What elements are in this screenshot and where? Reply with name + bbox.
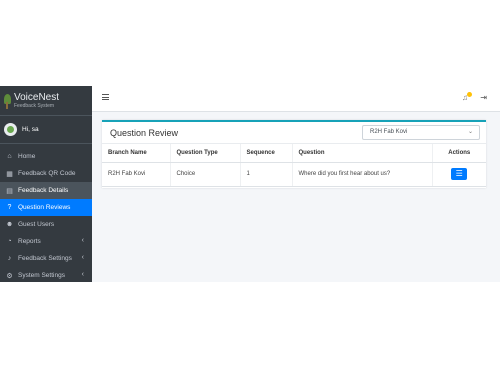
chevron-down-icon: ⌄ xyxy=(467,129,473,135)
user-greeting: Hi, sa xyxy=(22,126,39,133)
cell-question-type: Choice xyxy=(169,162,240,187)
sidebar-item-label: Guest Users xyxy=(18,221,55,228)
sidebar-item-reports[interactable]: ◔ Reports ‹ xyxy=(0,233,92,250)
brand[interactable]: VoiceNest Feedback System xyxy=(0,86,92,116)
sidebar-item-question-reviews[interactable]: ? Question Reviews xyxy=(0,199,92,216)
column-header-branch-name: Branch Name xyxy=(102,144,170,163)
branch-select-value: R2H Fab Kovi xyxy=(370,129,408,135)
cell-sequence: 1 xyxy=(239,162,292,187)
sidebar-item-feedback-details[interactable]: ▤ Feedback Details xyxy=(0,182,92,199)
chevron-left-icon: ‹ xyxy=(81,271,84,278)
sidebar-item-label: System Settings xyxy=(18,272,65,279)
home-icon: ⌂ xyxy=(7,153,12,160)
avatar xyxy=(4,123,17,136)
main-content: ♫ ⇥ Question Review R2H Fab Kovi ⌄ Branc… xyxy=(92,86,500,282)
sidebar-item-label: Feedback Settings xyxy=(18,255,72,262)
table-header-row: Branch Name Question Type Sequence Quest… xyxy=(102,144,486,163)
sidebar-item-system-settings[interactable]: ⚙ System Settings ‹ xyxy=(0,267,92,284)
list-icon: ☰ xyxy=(455,169,463,178)
cell-question: Where did you first hear about us? xyxy=(291,162,432,187)
page-title: Question Review xyxy=(110,128,179,138)
table-row: R2H Fab Kovi Choice 1 Where did you firs… xyxy=(102,162,486,187)
brand-name: VoiceNest xyxy=(14,91,60,103)
column-header-question-type: Question Type xyxy=(169,144,240,163)
question-review-card: Question Review R2H Fab Kovi ⌄ Branch Na… xyxy=(102,120,486,188)
notification-badge xyxy=(467,92,472,97)
sidebar-item-feedback-qr-code[interactable]: ▦ Feedback QR Code xyxy=(0,165,92,182)
chevron-left-icon: ‹ xyxy=(81,237,84,244)
sidebar-item-feedback-settings[interactable]: ♪ Feedback Settings ‹ xyxy=(0,250,92,267)
logout-icon[interactable]: ⇥ xyxy=(480,93,487,102)
chevron-left-icon: ‹ xyxy=(81,254,84,261)
top-navbar: ♫ ⇥ xyxy=(92,86,500,112)
document-icon: ▤ xyxy=(6,187,13,195)
sidebar: VoiceNest Feedback System Hi, sa ⌂ Home … xyxy=(0,86,92,282)
chart-icon: ◔ xyxy=(7,238,12,245)
gears-icon: ⚙ xyxy=(6,272,13,280)
tree-logo-icon xyxy=(2,93,12,109)
column-header-question: Question xyxy=(291,144,432,163)
column-header-sequence: Sequence xyxy=(239,144,292,163)
column-header-actions: Actions xyxy=(431,144,486,163)
sidebar-item-label: Home xyxy=(18,153,36,160)
card-header: Question Review R2H Fab Kovi ⌄ xyxy=(102,122,486,144)
question-circle-icon: ? xyxy=(7,204,12,211)
qr-code-icon: ▦ xyxy=(6,170,13,178)
cell-actions: ☰ xyxy=(431,162,486,187)
sidebar-item-label: Feedback QR Code xyxy=(18,170,76,177)
question-table: Branch Name Question Type Sequence Quest… xyxy=(102,144,486,187)
branch-select[interactable]: R2H Fab Kovi ⌄ xyxy=(362,125,480,140)
users-icon: ☻ xyxy=(5,221,14,228)
hamburger-icon[interactable] xyxy=(102,94,109,100)
sidebar-item-guest-users[interactable]: ☻ Guest Users xyxy=(0,216,92,233)
brand-subtitle: Feedback System xyxy=(14,102,55,109)
sidebar-nav: ⌂ Home ▦ Feedback QR Code ▤ Feedback Det… xyxy=(0,148,92,284)
bell-icon: ♪ xyxy=(7,255,12,262)
sidebar-item-home[interactable]: ⌂ Home xyxy=(0,148,92,165)
app-frame: VoiceNest Feedback System Hi, sa ⌂ Home … xyxy=(0,86,500,282)
sidebar-item-label: Question Reviews xyxy=(18,204,71,211)
sidebar-item-label: Feedback Details xyxy=(18,187,69,194)
user-panel[interactable]: Hi, sa xyxy=(0,116,92,144)
view-options-button[interactable]: ☰ xyxy=(451,168,468,180)
sidebar-item-label: Reports xyxy=(18,238,41,245)
cell-branch-name: R2H Fab Kovi xyxy=(102,162,170,187)
